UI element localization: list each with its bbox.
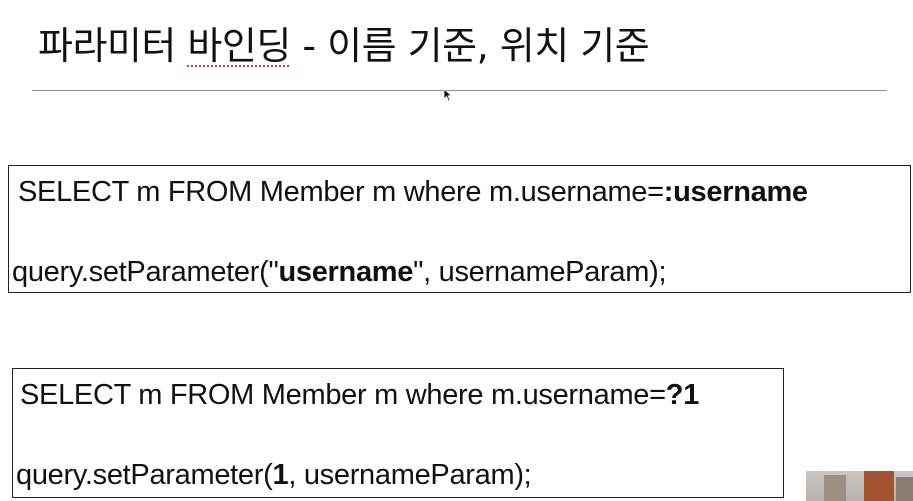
positional-call-param: 1 [272, 459, 289, 491]
mouse-pointer-icon [443, 88, 453, 102]
positional-set-parameter-line: query.setParameter(1, usernameParam); [16, 458, 532, 492]
named-call-suffix: ", usernameParam); [413, 256, 667, 288]
title-divider [32, 90, 887, 91]
thumbnail-shape [896, 477, 913, 501]
named-query-param: :username [663, 176, 808, 208]
presenter-video-thumbnail [806, 471, 913, 501]
slide-title: 파라미터 바인딩 - 이름 기준, 위치 기준 [38, 20, 650, 72]
named-query-text: SELECT m FROM Member m where m.username= [18, 176, 664, 208]
named-parameter-example: SELECT m FROM Member m where m.username=… [8, 165, 911, 293]
named-query-line: SELECT m FROM Member m where m.username=… [18, 175, 808, 209]
named-call-param: username [278, 256, 414, 288]
named-set-parameter-line: query.setParameter("username", usernameP… [12, 255, 667, 289]
title-underlined-word: 바인딩 [187, 24, 291, 68]
positional-query-text: SELECT m FROM Member m where m.username= [20, 379, 666, 411]
positional-parameter-example: SELECT m FROM Member m where m.username=… [12, 368, 784, 498]
thumbnail-shape [864, 471, 894, 501]
positional-query-line: SELECT m FROM Member m where m.username=… [20, 378, 699, 412]
positional-call-suffix: , usernameParam); [288, 459, 532, 491]
title-main: 파라미터 [38, 24, 188, 68]
thumbnail-shape [824, 475, 846, 501]
title-rest: - 이름 기준, 위치 기준 [290, 24, 650, 68]
positional-query-param: ?1 [665, 379, 700, 411]
positional-call-prefix: query.setParameter( [16, 459, 273, 491]
named-call-prefix: query.setParameter(" [12, 256, 279, 288]
